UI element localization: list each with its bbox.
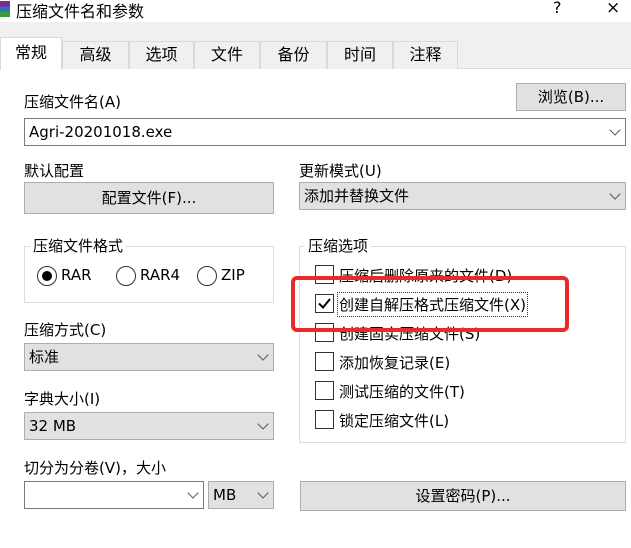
update-mode-value: 添加并替换文件 — [304, 187, 410, 205]
chevron-down-icon — [609, 188, 621, 200]
checkbox-recovery-record[interactable] — [315, 352, 334, 371]
radio-rar4-label[interactable]: RAR4 — [140, 266, 180, 284]
tab-advanced[interactable]: 高级 — [62, 41, 129, 69]
tab-files[interactable]: 文件 — [194, 41, 260, 69]
radio-rar4[interactable] — [116, 266, 136, 286]
set-password-button[interactable]: 设置密码(P)... — [300, 481, 626, 511]
dictionary-size-value: 32 MB — [29, 417, 77, 435]
archive-format-label: 压缩文件格式 — [30, 235, 127, 256]
split-unit-value: MB — [213, 486, 237, 504]
update-mode-select[interactable]: 添加并替换文件 — [299, 182, 626, 210]
radio-rar[interactable] — [37, 266, 57, 286]
dictionary-size-label: 字典大小(I) — [24, 390, 101, 408]
compression-method-label: 压缩方式(C) — [24, 321, 107, 339]
winrar-app-icon — [0, 1, 10, 17]
update-mode-label: 更新模式(U) — [299, 162, 382, 180]
split-size-combo[interactable] — [24, 481, 204, 509]
tab-backup[interactable]: 备份 — [260, 41, 327, 69]
radio-zip[interactable] — [197, 266, 217, 286]
close-button[interactable]: × — [606, 0, 620, 18]
browse-button[interactable]: 浏览(B)... — [516, 83, 626, 111]
dictionary-size-select[interactable]: 32 MB — [24, 412, 274, 440]
red-highlight-annotation — [291, 276, 569, 332]
chevron-down-icon — [257, 487, 269, 499]
checkbox-recovery-record-label[interactable]: 添加恢复记录(E) — [339, 352, 450, 373]
compression-method-value: 标准 — [29, 348, 60, 366]
default-profile-label: 默认配置 — [24, 162, 85, 180]
radio-selected-dot — [42, 271, 52, 281]
checkbox-test-files[interactable] — [315, 381, 334, 400]
compression-method-select[interactable]: 标准 — [24, 343, 274, 371]
archive-name-value: Agri-20201018.exe — [29, 123, 173, 141]
chevron-down-icon — [257, 418, 269, 430]
split-unit-select[interactable]: MB — [208, 481, 274, 509]
chevron-down-icon — [257, 349, 269, 361]
general-panel: 压缩文件名(A) 浏览(B)... Agri-20201018.exe 默认配置… — [0, 69, 631, 548]
chevron-down-icon — [609, 124, 621, 136]
profiles-button[interactable]: 配置文件(F)... — [24, 182, 274, 214]
archive-name-label: 压缩文件名(A) — [24, 93, 121, 111]
radio-rar-label[interactable]: RAR — [61, 266, 92, 284]
checkbox-lock-archive[interactable] — [315, 410, 334, 429]
tab-comment[interactable]: 注释 — [393, 41, 458, 69]
archiving-options-label: 压缩选项 — [305, 235, 372, 256]
chevron-down-icon — [187, 487, 199, 499]
tab-bar: 常规 高级 选项 文件 备份 时间 注释 — [0, 37, 631, 70]
split-volumes-label: 切分为分卷(V)，大小 — [24, 459, 166, 477]
window-title: 压缩文件名和参数 — [16, 2, 145, 21]
title-bar: 压缩文件名和参数 ? × — [0, 0, 631, 22]
checkbox-test-files-label[interactable]: 测试压缩的文件(T) — [339, 381, 465, 402]
checkbox-lock-archive-label[interactable]: 锁定压缩文件(L) — [339, 410, 449, 431]
radio-zip-label[interactable]: ZIP — [221, 266, 245, 284]
tab-time[interactable]: 时间 — [327, 41, 393, 69]
help-button[interactable]: ? — [553, 0, 562, 17]
archive-name-combo[interactable]: Agri-20201018.exe — [24, 118, 626, 146]
tab-options[interactable]: 选项 — [129, 41, 194, 69]
tab-general[interactable]: 常规 — [0, 37, 62, 70]
